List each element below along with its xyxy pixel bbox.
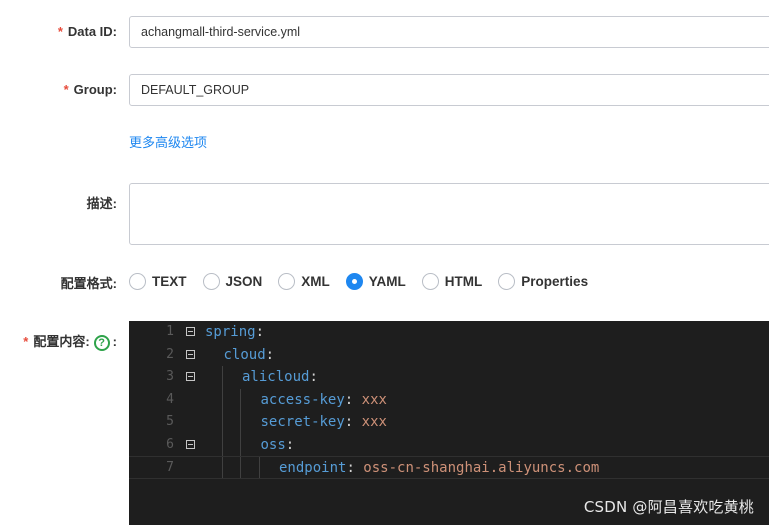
- code-text: access-key: xxx: [261, 389, 387, 412]
- code-text: alicloud:: [242, 366, 318, 389]
- indent-guide: [221, 366, 223, 389]
- indent-guide: [240, 411, 241, 434]
- radio-checked-icon: [345, 272, 363, 290]
- indent-guide: [240, 433, 241, 456]
- yaml-key: endpoint: [279, 460, 347, 476]
- code-line[interactable]: 1 spring:: [129, 321, 769, 344]
- format-radio-json[interactable]: JSON: [202, 272, 262, 290]
- line-number: 3: [166, 369, 174, 384]
- fold-toggle-icon[interactable]: [186, 439, 195, 449]
- line-number: 1: [166, 324, 174, 339]
- indent-guide: [221, 457, 223, 478]
- code-line[interactable]: 4 access-key: xxx: [129, 388, 769, 412]
- indent-guide: [258, 457, 260, 478]
- yaml-separator: :: [255, 324, 265, 340]
- content-label: * 配置内容:?:: [23, 334, 117, 351]
- code-line[interactable]: 2 cloud:: [129, 344, 769, 367]
- yaml-value: xxx: [361, 414, 387, 430]
- group-row: * Group: DEFAULT_GROUP: [0, 74, 769, 106]
- format-radio-properties[interactable]: Properties: [498, 272, 588, 290]
- description-label: 描述:: [86, 196, 117, 211]
- required-mark: *: [63, 82, 69, 97]
- code-text: cloud:: [224, 344, 275, 367]
- code-line[interactable]: 3 alicloud:: [129, 366, 769, 389]
- code-text: secret-key: xxx: [261, 411, 387, 434]
- help-circle-icon[interactable]: ?: [93, 334, 110, 351]
- line-number: 4: [166, 391, 174, 407]
- indent-guide: [221, 411, 223, 434]
- group-input[interactable]: DEFAULT_GROUP: [129, 74, 769, 106]
- indent-guide: [221, 433, 223, 456]
- format-radio-xml[interactable]: XML: [278, 272, 330, 290]
- indent-guide: [221, 388, 223, 411]
- yaml-separator: :: [265, 346, 275, 363]
- code-text: endpoint: oss-cn-shanghai.aliyuncs.com: [279, 457, 599, 480]
- description-textarea[interactable]: [129, 183, 769, 245]
- yaml-key: alicloud: [242, 369, 310, 385]
- indent-guide: [240, 457, 241, 478]
- yaml-separator: :: [309, 369, 318, 385]
- line-number: 7: [166, 460, 174, 475]
- radio-circle-icon: [202, 272, 220, 290]
- data-id-input[interactable]: achangmall-third-service.yml: [129, 16, 769, 48]
- line-number: 2: [166, 346, 174, 362]
- code-line[interactable]: 7 endpoint: oss-cn-shanghai.aliyuncs.com: [129, 456, 769, 479]
- code-text: spring:: [205, 321, 264, 344]
- radio-circle-icon: [278, 272, 296, 290]
- yaml-value: xxx: [361, 391, 387, 408]
- format-radio-group: TEXT JSON XML YAML HTML Properties: [129, 269, 604, 293]
- advanced-options-link[interactable]: 更多高级选项: [129, 132, 207, 151]
- group-label: * Group:: [63, 82, 117, 97]
- required-mark: *: [57, 24, 63, 39]
- data-id-row: * Data ID: achangmall-third-service.yml: [0, 16, 769, 48]
- yaml-key: cloud: [223, 346, 266, 363]
- fold-toggle-icon[interactable]: [186, 349, 195, 359]
- radio-circle-icon: [421, 272, 439, 290]
- format-radio-html[interactable]: HTML: [421, 272, 482, 290]
- yaml-separator: :: [344, 414, 362, 430]
- code-text: oss:: [261, 434, 295, 457]
- format-radio-yaml[interactable]: YAML: [345, 272, 406, 290]
- radio-circle-icon: [129, 272, 146, 290]
- code-line[interactable]: 5 secret-key: xxx: [129, 411, 769, 434]
- yaml-separator: :: [285, 436, 295, 453]
- data-id-label: * Data ID:: [57, 24, 117, 39]
- required-mark: *: [23, 334, 29, 349]
- watermark: CSDN @阿昌喜欢吃黄桃: [583, 498, 754, 516]
- line-number: 5: [166, 414, 174, 429]
- fold-toggle-icon[interactable]: [186, 372, 195, 381]
- yaml-key: oss: [260, 436, 286, 453]
- description-row: 描述:: [0, 183, 769, 245]
- format-label: 配置格式:: [60, 276, 117, 291]
- format-radio-text[interactable]: TEXT: [129, 272, 187, 290]
- yaml-key: secret-key: [260, 414, 345, 430]
- yaml-key: access-key: [260, 391, 345, 408]
- yaml-key: spring: [205, 324, 256, 340]
- radio-circle-icon: [498, 272, 516, 290]
- yaml-separator: :: [344, 391, 362, 408]
- code-line[interactable]: 6 oss:: [129, 433, 769, 457]
- yaml-value: oss-cn-shanghai.aliyuncs.com: [363, 460, 600, 476]
- indent-guide: [240, 388, 241, 411]
- fold-toggle-icon[interactable]: [186, 327, 195, 336]
- line-number: 6: [166, 436, 174, 452]
- yaml-separator: :: [346, 460, 364, 476]
- code-editor[interactable]: 1 spring: 2 cloud: 3 alicloud: 4 access-key: xx…: [129, 321, 769, 525]
